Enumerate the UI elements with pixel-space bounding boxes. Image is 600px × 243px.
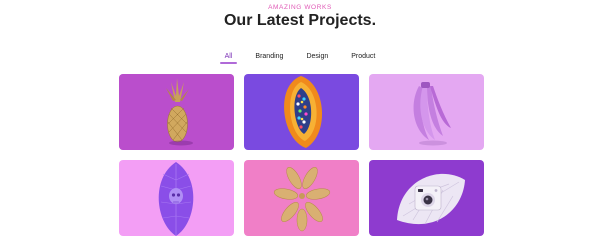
section-title: Our Latest Projects. — [223, 12, 377, 29]
filter-all[interactable]: All — [219, 53, 238, 64]
filter-design[interactable]: Design — [305, 53, 329, 63]
project-card-pineapple[interactable] — [119, 74, 234, 150]
project-card-leaf-skull[interactable] — [119, 160, 234, 236]
project-card-bananas[interactable] — [369, 74, 484, 150]
project-card-camera-leaf[interactable] — [369, 160, 484, 236]
eyebrow-text: AMAZING WORKS — [268, 4, 332, 11]
filter-branding[interactable]: Branding — [254, 53, 284, 63]
leaf-skull-image — [119, 160, 234, 236]
golden-leaves-image — [244, 160, 359, 236]
papaya-image — [244, 74, 359, 150]
project-card-papaya[interactable] — [244, 74, 359, 150]
pineapple-image — [119, 74, 234, 150]
project-card-golden-leaves[interactable] — [244, 160, 359, 236]
bananas-image — [369, 74, 484, 150]
camera-leaf-image — [369, 160, 484, 236]
project-grid — [119, 74, 484, 236]
filter-product[interactable]: Product — [350, 53, 376, 63]
filter-tabs: All Branding Design Product — [0, 53, 600, 64]
